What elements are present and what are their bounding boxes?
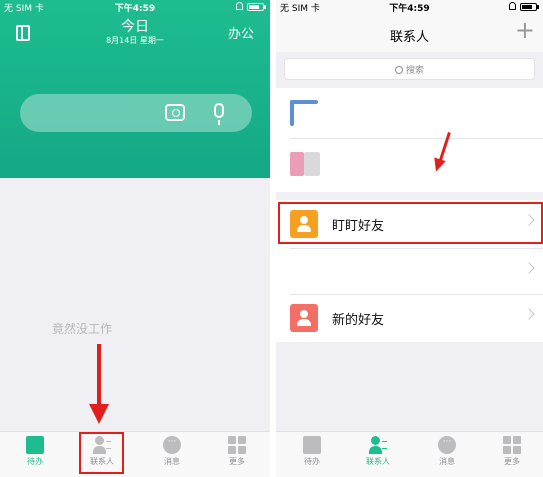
battery-icon: [247, 3, 264, 11]
search-field-content: 搜索: [285, 63, 534, 76]
tab-bar: 待办 联系人 消息 更多: [0, 431, 270, 477]
tab-todo[interactable]: 待办: [5, 436, 65, 467]
message-icon: [438, 436, 456, 454]
battery-tip: [264, 5, 266, 9]
blurred-avatar: [290, 152, 304, 176]
list-item[interactable]: [276, 88, 543, 132]
tab-more[interactable]: 更多: [482, 436, 542, 467]
new-friends-icon: [290, 304, 318, 332]
clock-text: 下午4:59: [114, 4, 156, 14]
contact-label: 新的好友: [332, 313, 385, 328]
tab-label: 更多: [504, 457, 520, 466]
annotation-arrow-head: [89, 404, 109, 424]
clock-text: 下午4:59: [389, 4, 430, 14]
contact-row-new-friends[interactable]: 新的好友: [276, 296, 543, 340]
message-icon: [163, 436, 181, 454]
tab-more[interactable]: 更多: [207, 436, 267, 467]
tab-contacts[interactable]: 联系人: [348, 436, 408, 467]
battery-icon: [520, 3, 537, 11]
scan-icon[interactable]: [165, 104, 185, 121]
tab-label: 消息: [164, 457, 180, 466]
tab-message[interactable]: 消息: [417, 436, 477, 467]
todo-icon: [26, 436, 44, 454]
tab-todo[interactable]: 待办: [282, 436, 342, 467]
empty-state-text: 竟然没工作: [52, 322, 113, 336]
add-contact-button[interactable]: +: [515, 18, 535, 42]
tab-message[interactable]: 消息: [142, 436, 202, 467]
blurred-logo: [290, 100, 318, 104]
lock-icon: [509, 2, 516, 10]
blurred-logo: [290, 100, 294, 126]
status-bar: 无 SIM 卡 下午4:59: [0, 0, 270, 14]
page-title: 联系人: [389, 30, 429, 45]
more-icon: [228, 436, 246, 454]
chevron-right-icon: [523, 308, 535, 320]
tab-label: 联系人: [366, 457, 390, 466]
microphone-icon[interactable]: [214, 103, 224, 125]
right-phone-screen: 无 SIM 卡 下午4:59 联系人 + 搜索 盯盯好友 新的好友 待办 联系人…: [276, 0, 543, 477]
office-button[interactable]: 办公: [228, 23, 254, 42]
tab-bar: 待办 联系人 消息 更多: [276, 431, 543, 477]
today-header-panel: 无 SIM 卡 下午4:59 今日 8月14日 星期一 办公: [0, 0, 270, 178]
lock-icon: [236, 2, 243, 10]
more-icon: [503, 436, 521, 454]
list-item[interactable]: [276, 144, 543, 188]
annotation-arrow-shaft: [97, 344, 101, 410]
left-phone-screen: 无 SIM 卡 下午4:59 今日 8月14日 星期一 办公 竟然没工作 待办 …: [0, 0, 270, 477]
todo-icon: [303, 436, 321, 454]
annotation-highlight-box: [278, 202, 543, 244]
search-input[interactable]: [20, 94, 252, 132]
list-item[interactable]: [276, 250, 543, 294]
annotation-highlight-box: [79, 432, 124, 474]
tab-label: 更多: [229, 457, 245, 466]
divider: [290, 294, 543, 295]
divider: [290, 248, 543, 249]
organization-list: [276, 88, 543, 192]
search-input[interactable]: 搜索: [284, 58, 535, 80]
search-placeholder: 搜索: [405, 66, 424, 76]
blurred-avatar: [304, 152, 320, 176]
tab-label: 待办: [27, 457, 43, 466]
navigation-bar: 联系人 +: [276, 14, 543, 52]
tab-label: 待办: [304, 457, 320, 466]
divider: [290, 138, 543, 139]
chevron-right-icon: [523, 262, 535, 274]
search-icon: [394, 66, 403, 74]
status-bar: 无 SIM 卡 下午4:59: [276, 0, 543, 14]
screenshot-composite: 无 SIM 卡 下午4:59 今日 8月14日 星期一 办公 竟然没工作 待办 …: [0, 0, 543, 477]
tab-label: 消息: [439, 457, 455, 466]
battery-tip: [537, 5, 539, 9]
contacts-icon: [369, 436, 387, 454]
